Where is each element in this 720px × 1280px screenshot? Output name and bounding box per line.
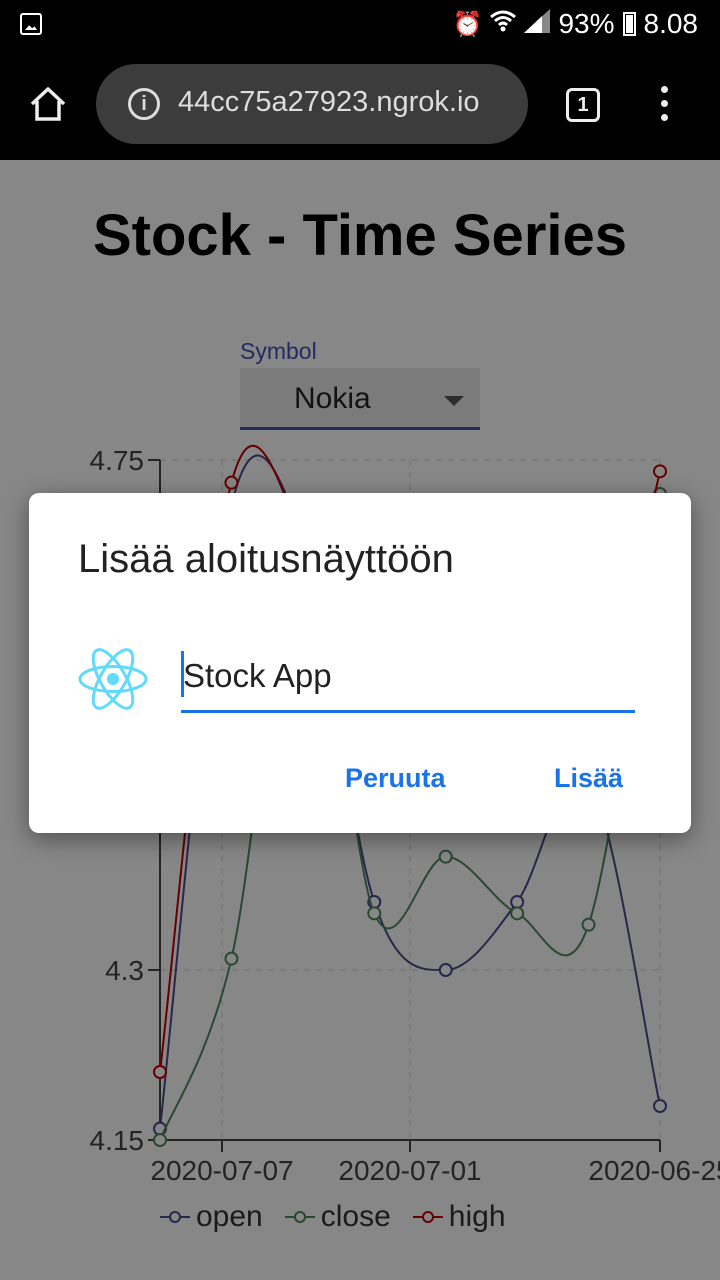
battery-icon (622, 12, 636, 36)
battery-percent: 93% (558, 8, 615, 39)
text-cursor (181, 651, 184, 697)
status-indicators: ⏰ 93% 8.08 (453, 0, 698, 48)
add-button[interactable]: Lisää (554, 763, 623, 794)
status-bar: ⏰ 93% 8.08 (0, 0, 720, 48)
gallery-notification-icon (20, 13, 42, 35)
cancel-button[interactable]: Peruuta (345, 763, 446, 794)
tab-switcher-button[interactable]: 1 (566, 88, 600, 122)
signal-icon (524, 8, 551, 40)
home-icon[interactable] (28, 84, 68, 124)
overflow-menu-icon[interactable] (656, 86, 672, 126)
info-icon[interactable]: i (128, 88, 160, 120)
wifi-icon (490, 10, 517, 39)
app-name-input[interactable] (181, 643, 637, 709)
react-logo-icon (78, 648, 148, 710)
dialog-title: Lisää aloitusnäyttöön (78, 537, 454, 581)
add-to-home-dialog: Lisää aloitusnäyttöön Peruuta Lisää (29, 493, 691, 833)
url-text[interactable]: 44cc75a27923.ngrok.io (178, 86, 518, 119)
app-name-field[interactable] (181, 643, 637, 713)
clock: 8.08 (643, 8, 699, 39)
alarm-icon: ⏰ (452, 10, 483, 38)
